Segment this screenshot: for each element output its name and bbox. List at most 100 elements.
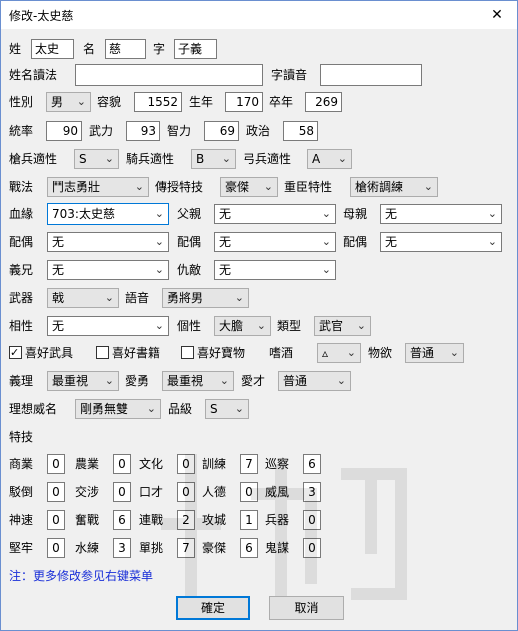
leadership-field[interactable]: 90 [46,121,82,141]
skill-value-field[interactable]: 7 [177,538,195,558]
skill-value-field[interactable]: 0 [177,482,195,502]
talent-label: 愛才 [241,374,266,388]
brave-select[interactable]: 最重視 ⌄ [162,371,234,391]
chevron-down-icon: ⌄ [321,263,331,276]
enemy-select[interactable]: 无 ⌄ [214,260,336,280]
justice-label: 義理 [9,374,34,388]
skill-label: 攻城 [202,513,227,527]
zi-label: 字 [153,42,166,56]
birth-year-field[interactable]: 170 [225,92,263,112]
skill-value-field[interactable]: 7 [240,454,258,474]
minister-trait-label: 重臣特性 [284,180,333,194]
spouse-select-3[interactable]: 无 ⌄ [380,232,502,252]
ming-field[interactable]: 慈 [105,39,146,59]
spouse-select-2[interactable]: 无 ⌄ [214,232,336,252]
like-weapon-checkbox[interactable]: 喜好武具 [9,343,73,363]
mother-value: 无 [385,207,398,221]
minister-trait-select[interactable]: 槍術調練 ⌄ [350,177,438,197]
skill-value-field[interactable]: 0 [303,538,321,558]
sworn-brother-select[interactable]: 无 ⌄ [47,260,169,280]
close-icon[interactable]: ✕ [477,1,517,29]
skill-value-field[interactable]: 6 [113,510,131,530]
skill-value-field[interactable]: 0 [47,454,65,474]
minister-trait-value: 槍術調練 [355,180,404,194]
ideal-fame-select[interactable]: 剛勇無雙 ⌄ [75,399,161,419]
skill-value-field[interactable]: 2 [177,510,195,530]
skill-value-field[interactable]: 0 [177,454,195,474]
drink-label: 嗜酒 [269,346,294,360]
zi-reading-field[interactable] [320,64,422,86]
skill-value-field[interactable]: 6 [303,454,321,474]
skill-value-field[interactable]: 0 [240,482,258,502]
skill-label: 神速 [9,513,34,527]
skill-label: 巡察 [265,457,290,471]
voice-label: 語音 [125,291,150,305]
skill-value-field[interactable]: 1 [240,510,258,530]
enemy-label: 仇敵 [177,263,202,277]
ok-button[interactable]: 確定 [176,596,250,620]
personality-select[interactable]: 大膽 ⌄ [214,316,271,336]
skill-value-field[interactable]: 6 [240,538,258,558]
weapon-select[interactable]: 戟 ⌄ [47,288,119,308]
skill-value-field[interactable]: 0 [113,454,131,474]
death-year-field[interactable]: 269 [305,92,342,112]
drink-select[interactable]: ▵ ⌄ [317,343,361,363]
like-book-checkbox[interactable]: 喜好書籍 [96,343,160,363]
grade-label: 品級 [168,402,193,416]
name-reading-label: 姓名讀法 [9,68,58,82]
desire-value: 普通 [410,346,435,360]
skill-value-field[interactable]: 0 [47,482,65,502]
skill-value-field[interactable]: 3 [113,538,131,558]
desire-select[interactable]: 普通 ⌄ [405,343,464,363]
war-label: 武力 [89,124,114,138]
xing-field[interactable]: 太史 [31,39,74,59]
chevron-down-icon: ⌄ [336,374,346,387]
chevron-down-icon: ⌄ [76,95,86,108]
intelligence-field[interactable]: 69 [204,121,239,141]
name-reading-field[interactable] [75,64,263,86]
skill-value-field[interactable]: 0 [303,510,321,530]
gender-select[interactable]: 男 ⌄ [46,92,91,112]
spear-aptitude-select[interactable]: S ⌄ [74,149,119,169]
title-bar[interactable]: 修改-太史慈 ✕ [1,1,517,29]
type-select[interactable]: 武官 ⌄ [314,316,371,336]
dialog-body: 姓 太史 名 慈 字 子義 姓名讀法 字讀音 性別 男 ⌄ 容貌 1552 生年 … [1,29,517,630]
cancel-button[interactable]: 取消 [269,596,344,620]
affinity-select[interactable]: 无 ⌄ [47,316,169,336]
skill-label: 交涉 [75,485,100,499]
zi-field[interactable]: 子義 [174,39,217,59]
brave-value: 最重視 [167,374,204,388]
chevron-down-icon: ⌄ [356,319,366,332]
chevron-down-icon: ⌄ [154,207,164,220]
politics-field[interactable]: 58 [283,121,318,141]
grade-select[interactable]: S ⌄ [205,399,249,419]
mother-select[interactable]: 无 ⌄ [380,204,502,224]
bow-aptitude-select[interactable]: A ⌄ [307,149,352,169]
affinity-label: 相性 [9,319,34,333]
skill-value-field[interactable]: 0 [113,482,131,502]
spouse-select-1[interactable]: 无 ⌄ [47,232,169,252]
skill-value-field[interactable]: 3 [303,482,321,502]
tactic-select[interactable]: 鬥志勇壯 ⌄ [47,177,149,197]
gender-label: 性別 [9,95,34,109]
cavalry-aptitude-select[interactable]: B ⌄ [191,149,236,169]
appearance-field[interactable]: 1552 [134,92,182,112]
drink-value: ▵ [322,346,329,360]
bloodline-select[interactable]: 703:太史慈 ⌄ [47,203,169,225]
skill-value-field[interactable]: 0 [47,510,65,530]
talent-select[interactable]: 普通 ⌄ [278,371,351,391]
chevron-down-icon: ⌄ [134,180,144,193]
skill-label: 駁倒 [9,485,34,499]
skill-value-field[interactable]: 0 [47,538,65,558]
father-select[interactable]: 无 ⌄ [214,204,336,224]
chevron-down-icon: ⌄ [154,319,164,332]
voice-select[interactable]: 勇將男 ⌄ [162,288,249,308]
chevron-down-icon: ⌄ [263,180,273,193]
skill-label: 商業 [9,457,34,471]
teach-skill-select[interactable]: 豪傑 ⌄ [220,177,278,197]
checkbox-checked-icon [9,343,22,363]
war-field[interactable]: 93 [126,121,160,141]
justice-select[interactable]: 最重視 ⌄ [47,371,119,391]
like-treasure-checkbox[interactable]: 喜好寶物 [181,343,245,363]
brave-label: 愛勇 [125,374,150,388]
